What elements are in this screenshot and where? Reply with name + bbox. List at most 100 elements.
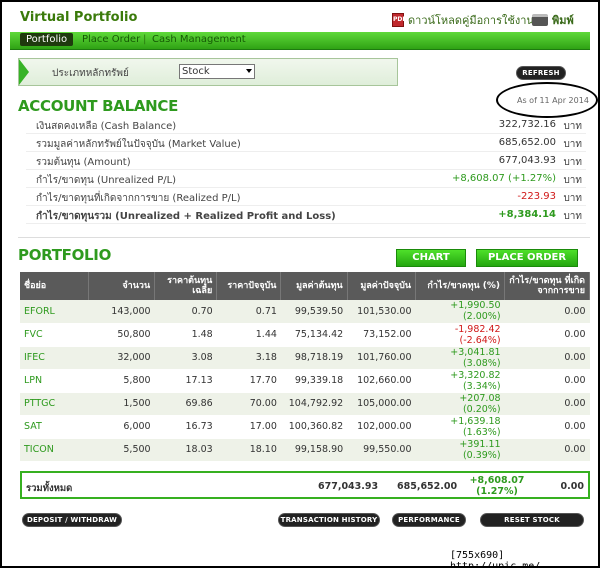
cell-realized: 0.00: [504, 300, 590, 324]
cell-price: 70.00: [216, 392, 281, 416]
tab-portfolio[interactable]: Portfolio: [20, 33, 74, 46]
pl-amount: +207.08: [459, 392, 501, 404]
table-row[interactable]: EFORL 143,000 0.70 0.71 99,539.50 101,53…: [20, 300, 590, 324]
symbol-link[interactable]: PTTGC: [20, 392, 89, 416]
symbol-link[interactable]: IFEC: [20, 346, 89, 370]
cell-pl: +391.11 (0.39%): [415, 438, 505, 462]
portfolio-table: ชื่อย่อ จำนวน ราคาต้นทุนเฉลี่ย ราคาปัจจุ…: [20, 272, 590, 462]
table-row[interactable]: IFEC 32,000 3.08 3.18 98,718.19 101,760.…: [20, 346, 590, 370]
table-row[interactable]: PTTGC 1,500 69.86 70.00 104,792.92 105,0…: [20, 392, 590, 416]
balance-unit: บาท: [563, 157, 582, 168]
total-label: รวมทั้งหมด: [26, 483, 73, 494]
balance-row-realized: กำไร/ขาดทุนที่เกิดจากการขาย (Realized P/…: [26, 188, 586, 206]
refresh-button[interactable]: REFRESH: [516, 66, 566, 80]
cell-cost-value: 99,539.50: [280, 300, 348, 324]
cell-qty: 5,800: [88, 369, 155, 393]
app-title: Virtual Portfolio: [20, 10, 138, 25]
cell-market-value: 73,152.00: [347, 323, 416, 347]
cell-cost-value: 104,792.92: [280, 392, 348, 416]
symbol-link[interactable]: LPN: [20, 369, 89, 393]
cell-market-value: 102,000.00: [347, 415, 416, 439]
table-row[interactable]: LPN 5,800 17.13 17.70 99,339.18 102,660.…: [20, 369, 590, 393]
account-balance-title: ACCOUNT BALANCE: [18, 97, 179, 115]
transaction-history-button[interactable]: TRANSACTION HISTORY: [278, 513, 380, 527]
cell-qty: 5,500: [88, 438, 155, 462]
col-cost-value[interactable]: มูลค่าต้นทุน: [280, 272, 348, 300]
cell-cost-value: 99,158.90: [280, 438, 348, 462]
col-realized[interactable]: กำไร/ขาดทุน ที่เกิดจากการขาย: [504, 272, 590, 300]
cell-price: 1.44: [216, 323, 281, 347]
tab-place-order[interactable]: Place Order: [82, 34, 140, 45]
pdf-icon: PDF: [392, 13, 406, 27]
symbol-link[interactable]: TICON: [20, 438, 89, 462]
table-row[interactable]: FVC 50,800 1.48 1.44 75,134.42 73,152.00…: [20, 323, 590, 347]
pl-amount: +1,990.50: [450, 300, 501, 312]
security-type-value: Stock: [182, 66, 210, 77]
col-symbol[interactable]: ชื่อย่อ: [20, 272, 89, 300]
balance-unit: บาท: [563, 193, 582, 204]
cell-price: 17.00: [216, 415, 281, 439]
col-price[interactable]: ราคาปัจจุบัน: [216, 272, 282, 300]
col-avg-cost[interactable]: ราคาต้นทุนเฉลี่ย: [154, 272, 218, 300]
pl-amount: +3,320.82: [450, 369, 501, 381]
cell-realized: 0.00: [504, 323, 590, 347]
balance-label: เงินสดคงเหลือ (Cash Balance): [36, 121, 177, 132]
pl-amount: +1,639.18: [450, 415, 501, 427]
performance-button[interactable]: PERFORMANCE: [392, 513, 466, 527]
cell-pl: -1,982.42 (-2.64%): [415, 323, 505, 347]
balance-row-market-value: รวมมูลค่าหลักทรัพย์ในปัจจุบัน (Market Va…: [26, 134, 586, 152]
nav-separator: |: [143, 34, 147, 45]
balance-value: 677,043.93: [498, 155, 556, 166]
total-pl-percent: (1.27%): [476, 486, 518, 497]
col-qty[interactable]: จำนวน: [88, 272, 156, 300]
print-label: พิมพ์: [552, 14, 574, 27]
balance-value: +8,608.07 (+1.27%): [451, 173, 556, 184]
chart-button[interactable]: CHART: [396, 249, 466, 267]
cell-market-value: 99,550.00: [347, 438, 416, 462]
reset-stock-portfolio-button[interactable]: RESET STOCK PORTFOLIO: [480, 513, 584, 536]
cell-avg-cost: 69.86: [154, 392, 217, 416]
pl-amount: +3,041.81: [450, 346, 501, 358]
pl-percent: (0.20%): [462, 403, 501, 415]
place-order-button[interactable]: PLACE ORDER: [476, 249, 578, 267]
arrow-right-icon: [19, 59, 29, 85]
cell-pl: +1,990.50 (2.00%): [415, 300, 505, 324]
cell-pl: +207.08 (0.20%): [415, 392, 505, 416]
balance-label: รวมต้นทุน (Amount): [36, 157, 131, 168]
security-type-select[interactable]: Stock: [179, 64, 255, 79]
cell-realized: 0.00: [504, 415, 590, 439]
total-pl-amount: +8,608.07: [469, 475, 525, 486]
tab-cash-management[interactable]: Cash Management: [152, 34, 246, 45]
col-market-value[interactable]: มูลค่าปัจจุบัน: [347, 272, 417, 300]
symbol-link[interactable]: FVC: [20, 323, 89, 347]
col-pl[interactable]: กำไร/ขาดทุน (%): [415, 272, 506, 300]
cell-avg-cost: 18.03: [154, 438, 217, 462]
security-type-bar: ประเภทหลักทรัพย์ Stock: [18, 58, 398, 86]
total-realized: 0.00: [560, 481, 584, 492]
balance-unit: บาท: [563, 211, 582, 222]
cell-qty: 32,000: [88, 346, 155, 370]
cell-avg-cost: 17.13: [154, 369, 217, 393]
chevron-down-icon: [246, 69, 252, 73]
cell-pl: +3,041.81 (3.08%): [415, 346, 505, 370]
cell-avg-cost: 0.70: [154, 300, 217, 324]
balance-row-total-pl: กำไร/ขาดทุนรวม (Unrealized + Realized Pr…: [26, 206, 586, 224]
balance-label: กำไร/ขาดทุนที่เกิดจากการขาย (Realized P/…: [36, 193, 241, 204]
table-row[interactable]: TICON 5,500 18.03 18.10 99,158.90 99,550…: [20, 438, 590, 462]
symbol-link[interactable]: SAT: [20, 415, 89, 439]
table-row[interactable]: SAT 6,000 16.73 17.00 100,360.82 102,000…: [20, 415, 590, 439]
print-link[interactable]: พิมพ์: [532, 11, 574, 29]
download-manual-link[interactable]: PDF ดาวน์โหลดคู่มือการใช้งาน: [392, 11, 534, 29]
main-nav: Portfolio Place Order | Cash Management: [10, 32, 590, 50]
cell-price: 17.70: [216, 369, 281, 393]
cell-realized: 0.00: [504, 369, 590, 393]
pl-amount: +391.11: [459, 438, 501, 450]
total-pl: +8,608.07 (1.27%): [462, 475, 532, 497]
balance-label: รวมมูลค่าหลักทรัพย์ในปัจจุบัน (Market Va…: [36, 139, 241, 150]
table-header-row: ชื่อย่อ จำนวน ราคาต้นทุนเฉลี่ย ราคาปัจจุ…: [20, 272, 590, 300]
cell-cost-value: 75,134.42: [280, 323, 348, 347]
deposit-withdraw-button[interactable]: DEPOSIT / WITHDRAW: [22, 513, 122, 527]
symbol-link[interactable]: EFORL: [20, 300, 89, 324]
balance-unit: บาท: [563, 175, 582, 186]
pl-amount: -1,982.42: [454, 323, 501, 335]
